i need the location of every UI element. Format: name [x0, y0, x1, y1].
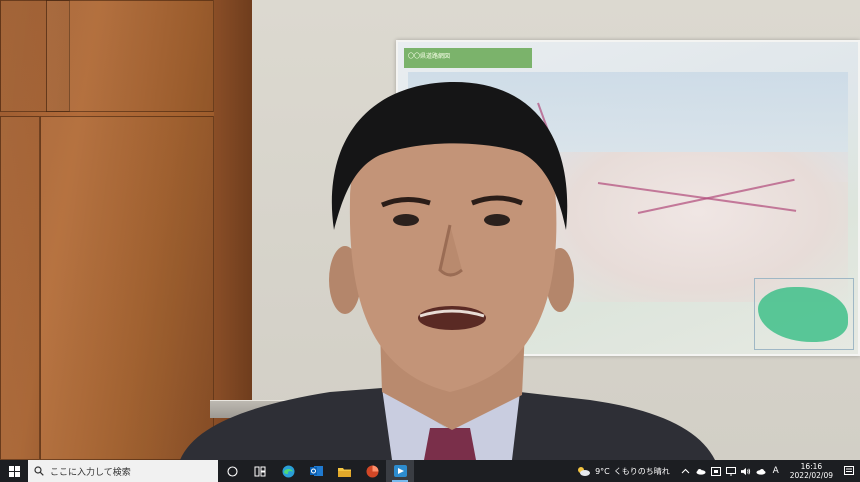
- speaker-person: [180, 81, 715, 460]
- tray-app-icon: [710, 466, 721, 476]
- ime-indicator[interactable]: A: [771, 466, 781, 476]
- task-view-icon: [226, 465, 238, 477]
- taskbar: ここに入力して検索 9°C くもりのち晴れ A 16:16 2022/02/09: [0, 460, 860, 482]
- speaker-icon: [740, 467, 750, 475]
- windows-icon: [8, 465, 20, 477]
- chevron-up-icon: [681, 468, 690, 474]
- monitor-icon: [725, 466, 736, 476]
- powerpoint-button[interactable]: [358, 460, 386, 482]
- tray-app-button[interactable]: [710, 466, 721, 476]
- start-button[interactable]: [0, 460, 28, 482]
- edge-icon: [282, 465, 294, 477]
- meeting-app-button[interactable]: [386, 460, 414, 482]
- folder-icon: [337, 467, 351, 477]
- volume-button[interactable]: [740, 466, 751, 476]
- clock-time: 16:16: [800, 462, 823, 471]
- powerpoint-icon: [366, 465, 378, 477]
- cloud-sun-icon: [578, 467, 591, 476]
- cloud-sync-button[interactable]: [756, 466, 766, 476]
- cloud-sync-icon: [756, 468, 766, 475]
- edge-button[interactable]: [274, 460, 302, 482]
- search-box[interactable]: ここに入力して検索: [28, 460, 218, 482]
- video-feed: 〇〇県道路網図: [0, 0, 860, 460]
- widgets-button[interactable]: [246, 460, 274, 482]
- system-tray: 9°C くもりのち晴れ A 16:16 2022/02/09: [577, 460, 860, 482]
- show-hidden-icons-button[interactable]: [681, 466, 691, 476]
- search-icon: [34, 466, 44, 476]
- weather-temperature: 9°C: [595, 466, 610, 476]
- notification-icon: [844, 466, 854, 475]
- file-explorer-button[interactable]: [330, 460, 358, 482]
- meeting-app-icon: [393, 465, 407, 477]
- onedrive-button[interactable]: [696, 466, 706, 476]
- network-button[interactable]: [725, 466, 736, 476]
- outlook-icon: [309, 466, 323, 476]
- cloud-icon: [696, 468, 706, 475]
- widgets-icon: [254, 466, 266, 476]
- ime-label: A: [772, 466, 779, 476]
- clock[interactable]: 16:16 2022/02/09: [790, 462, 833, 480]
- clock-date: 2022/02/09: [789, 471, 833, 480]
- weather-widget[interactable]: 9°C くもりのち晴れ: [577, 466, 670, 477]
- search-placeholder: ここに入力して検索: [50, 467, 131, 478]
- task-view-button[interactable]: [218, 460, 246, 482]
- outlook-button[interactable]: [302, 460, 330, 482]
- weather-condition: くもりのち晴れ: [613, 466, 670, 476]
- notification-center-button[interactable]: [842, 460, 856, 482]
